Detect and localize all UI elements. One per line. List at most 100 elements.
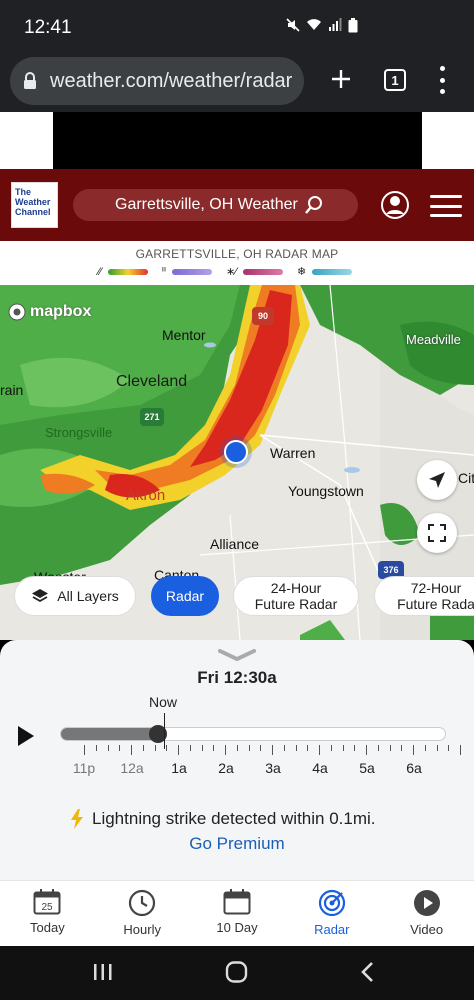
timeline-tick [260, 745, 262, 751]
account-icon[interactable] [380, 190, 410, 220]
timeline-tick [460, 745, 461, 755]
city-alliance: Alliance [210, 536, 260, 552]
timeline-tick [95, 745, 97, 751]
hour-label: 4a [312, 760, 328, 776]
hour-label: 1a [171, 760, 187, 776]
current-location-marker[interactable] [224, 440, 248, 464]
future-radar-24h-button[interactable]: 24-Hour Future Radar [233, 576, 359, 616]
android-nav-bar [0, 946, 474, 1000]
nav-video[interactable]: Video [379, 881, 474, 946]
city-youngstown: Youngstown [288, 483, 364, 499]
timeline-slider[interactable] [60, 725, 446, 743]
legend-ice: ∗⁄ [226, 265, 283, 278]
radar-timeline-panel: Fri 12:30a Now 11p 12a 1a 2a 3a 4a 5a 6a… [0, 640, 474, 880]
nav-radar[interactable]: Radar [284, 881, 379, 946]
navigation-arrow-icon [429, 472, 445, 488]
legend-snow-bar [312, 268, 353, 275]
city-meadville: Meadville [406, 332, 461, 347]
layer-buttons: All Layers Radar 24-Hour Future Radar 72… [0, 574, 474, 618]
timeline-tick [166, 745, 168, 751]
future-radar-72h-button[interactable]: 72-Hour Future Rada [374, 576, 474, 616]
logo-line: Weather [15, 197, 51, 207]
radar-map[interactable]: mapbox 90 271 376 Meadville Mentor Cleve… [0, 285, 474, 640]
hour-label: 2a [218, 760, 234, 776]
city-warren: Warren [270, 445, 316, 461]
url-text[interactable]: weather.com/weather/radar [50, 70, 292, 93]
search-icon[interactable] [304, 195, 324, 215]
highway-shield-90: 90 [252, 307, 274, 325]
wifi-icon [307, 19, 321, 30]
legend-mix-bar [171, 268, 212, 275]
nav-today-label: Today [30, 920, 65, 935]
chevron-down-icon[interactable] [218, 648, 256, 662]
plus-icon [332, 70, 350, 88]
back-icon[interactable] [360, 961, 376, 983]
legend-rain-bar [107, 268, 148, 275]
highway-label: 271 [144, 412, 160, 422]
clock-icon [129, 889, 156, 917]
go-premium-link[interactable]: Go Premium [0, 834, 474, 854]
timeline-tick [424, 745, 426, 751]
lightning-alert: Lightning strike detected within 0.1mi. [70, 809, 376, 829]
nav-10-day-label: 10 Day [216, 920, 258, 935]
timeline-tick [107, 745, 109, 751]
city-cleveland: Cleveland [116, 373, 188, 390]
browser-menu-button[interactable] [432, 66, 452, 94]
timeline-current-time: Fri 12:30a [197, 668, 277, 687]
timeline-tick [84, 745, 85, 755]
nav-10-day[interactable]: 10 Day [190, 881, 285, 946]
timeline-tick [366, 745, 367, 755]
timeline-tick [283, 745, 285, 751]
hour-label: 12a [120, 760, 144, 776]
timeline-tick [201, 745, 203, 751]
timeline-tick [272, 745, 273, 755]
fullscreen-button[interactable] [417, 513, 457, 553]
timeline-tick [413, 745, 414, 755]
city-strongsville: Strongsville [45, 425, 113, 440]
all-layers-button[interactable]: All Layers [14, 576, 136, 616]
timeline-tick [236, 745, 238, 751]
future-24-line2: Future Radar [254, 596, 338, 612]
timeline-tick [330, 745, 332, 751]
status-icons [286, 18, 358, 33]
logo-line: The [15, 187, 32, 197]
tab-switcher-button[interactable]: 1 [384, 69, 406, 91]
location-search[interactable]: Garrettsville, OH Weather [73, 189, 358, 221]
location-search-text[interactable]: Garrettsville, OH Weather [115, 196, 298, 214]
url-bar[interactable]: weather.com/weather/radar [10, 57, 304, 105]
nav-today[interactable]: 25 Today [0, 881, 95, 946]
new-tab-button[interactable] [326, 64, 356, 94]
timeline-tick [307, 745, 309, 751]
highway-shield-271: 271 [140, 408, 164, 426]
locate-me-button[interactable] [417, 460, 457, 500]
rain-icon: ⁄⁄ [98, 265, 102, 278]
legend-snow: ❄ [297, 265, 353, 278]
city-edge-partial: Cit [458, 470, 474, 486]
signal-icon [329, 18, 342, 31]
play-button[interactable] [16, 725, 36, 747]
timeline-tick [225, 745, 226, 755]
lightning-alert-text: Lightning strike detected within 0.1mi. [92, 809, 376, 828]
menu-button[interactable] [430, 195, 462, 217]
ad-placeholder [53, 112, 422, 169]
mapbox-text: mapbox [30, 303, 92, 320]
mix-icon: ᐦ [161, 266, 166, 278]
future-24-line1: 24-Hour [270, 580, 322, 596]
calendar-icon [223, 889, 251, 915]
calendar-date-text: 25 [42, 902, 54, 913]
city-elyria-partial: rain [0, 382, 24, 398]
calendar-date-icon: 25 [33, 889, 61, 915]
nav-hourly[interactable]: Hourly [95, 881, 190, 946]
nav-hourly-label: Hourly [123, 922, 161, 937]
future-72-line2: Future Rada [397, 596, 474, 612]
timeline-tick [401, 745, 403, 751]
radar-layer-button[interactable]: Radar [151, 576, 219, 616]
twc-logo[interactable]: The Weather Channel [11, 182, 58, 228]
snow-icon: ❄ [297, 266, 307, 278]
timeline-tick [319, 745, 320, 755]
home-icon[interactable] [225, 961, 249, 983]
timeline-tick [295, 745, 297, 751]
timeline-tick [377, 745, 379, 751]
recent-apps-icon[interactable] [92, 962, 114, 982]
mapbox-icon [8, 303, 26, 321]
